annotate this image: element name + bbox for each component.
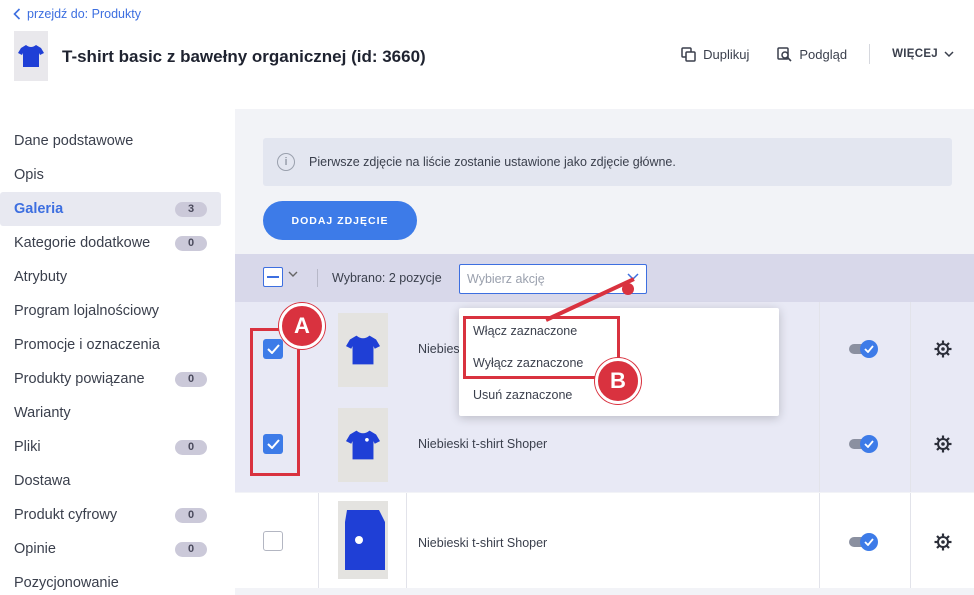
row-thumbnail (338, 501, 388, 579)
sidebar-item-label: Kategorie dodatkowe (14, 235, 151, 251)
bulk-action-placeholder: Wybierz akcję (467, 272, 545, 286)
sidebar-item-delivery[interactable]: Dostawa (0, 464, 235, 498)
selected-count: Wybrano: 2 pozycje (332, 271, 442, 285)
gear-icon[interactable] (934, 533, 952, 551)
sidebar-item-digital-product[interactable]: Produkt cyfrowy 0 (0, 498, 235, 532)
sidebar-item-attributes[interactable]: Atrybuty (0, 260, 235, 294)
count-badge: 0 (175, 439, 207, 455)
product-thumbnail (14, 31, 48, 81)
count-badge: 0 (175, 541, 207, 557)
row-thumbnail (338, 313, 388, 387)
column-divider (819, 397, 820, 492)
sidebar-item-label: Opis (14, 167, 44, 183)
column-divider (819, 302, 820, 397)
menu-item-delete-selected[interactable]: Usuń zaznaczone (473, 388, 572, 402)
checkmark-icon (864, 345, 874, 353)
sidebar-item-label: Program lojalnościowy (14, 303, 160, 319)
select-all-checkbox[interactable] (263, 267, 283, 287)
sidebar-item-label: Pliki (14, 439, 41, 455)
table-row: Niebieski t-shirt Shoper (235, 493, 974, 588)
sidebar-item-gallery[interactable]: Galeria 3 (0, 192, 221, 226)
header-actions: Duplikuj Podgląd WIĘCEJ (653, 44, 954, 64)
sidebar-item-promotions[interactable]: Promocje i oznaczenia (0, 328, 235, 362)
sidebar-item-label: Warianty (14, 405, 71, 421)
sidebar-item-loyalty[interactable]: Program lojalnościowy (0, 294, 235, 328)
info-text: Pierwsze zdjęcie na liście zostanie usta… (309, 155, 676, 169)
preview-label: Podgląd (799, 46, 848, 62)
toggle-knob (860, 435, 878, 453)
annotation-marker-b: B (595, 358, 641, 404)
sidebar-item-seo[interactable]: Pozycjonowanie (0, 566, 235, 595)
sidebar-item-description[interactable]: Opis (0, 158, 235, 192)
gear-icon[interactable] (934, 340, 952, 358)
sidebar-item-files[interactable]: Pliki 0 (0, 430, 235, 464)
sidebar-item-label: Opinie (14, 541, 56, 557)
annotation-dot (622, 283, 634, 295)
count-badge: 0 (175, 371, 207, 387)
visibility-toggle[interactable] (849, 435, 879, 453)
header-divider (869, 44, 871, 64)
back-link-label: przejdź do: Produkty (27, 7, 141, 21)
sidebar-item-variants[interactable]: Warianty (0, 396, 235, 430)
sidebar-item-label: Produkty powiązane (14, 371, 145, 387)
chevron-down-icon (944, 50, 954, 57)
preview-button[interactable]: Podgląd (777, 47, 847, 62)
duplicate-icon (681, 46, 696, 62)
sidebar-item-related-products[interactable]: Produkty powiązane 0 (0, 362, 235, 396)
count-badge: 0 (175, 507, 207, 523)
gear-icon[interactable] (934, 435, 952, 453)
sidebar-item-basic-data[interactable]: Dane podstawowe (0, 124, 235, 158)
column-divider (819, 493, 820, 588)
sidebar-item-reviews[interactable]: Opinie 0 (0, 532, 235, 566)
visibility-toggle[interactable] (849, 533, 879, 551)
more-label: WIĘCEJ (892, 48, 938, 60)
preview-icon (777, 46, 792, 62)
info-notice: i Pierwsze zdjęcie na liście zostanie us… (263, 138, 952, 186)
tshirt-image (345, 510, 385, 570)
column-divider (910, 302, 911, 397)
count-badge: 3 (175, 201, 207, 217)
visibility-toggle[interactable] (849, 340, 879, 358)
tshirt-image (346, 335, 380, 365)
info-icon: i (277, 153, 295, 171)
checkmark-icon (864, 440, 874, 448)
tshirt-image (346, 430, 380, 460)
duplicate-button[interactable]: Duplikuj (681, 47, 749, 62)
more-button[interactable]: WIĘCEJ (892, 48, 954, 60)
sidebar-item-label: Produkt cyfrowy (14, 507, 118, 523)
tshirt-icon (18, 45, 44, 67)
row-thumbnail (338, 408, 388, 482)
page-title: T-shirt basic z bawełny organicznej (id:… (62, 47, 426, 66)
sidebar-item-extra-categories[interactable]: Kategorie dodatkowe 0 (0, 226, 235, 260)
sidebar-item-label: Dane podstawowe (14, 133, 134, 149)
annotation-box-a (250, 328, 300, 476)
duplicate-label: Duplikuj (703, 46, 750, 62)
toggle-knob (860, 340, 878, 358)
sidebar-nav: Dane podstawowe Opis Galeria 3 Kategorie … (0, 124, 235, 595)
toggle-knob (860, 533, 878, 551)
column-divider (318, 493, 319, 588)
back-link[interactable]: przejdź do: Produkty (13, 7, 141, 21)
sidebar-item-label: Atrybuty (14, 269, 68, 285)
row-name: Niebieski t-shirt Shoper (418, 437, 548, 451)
sidebar-item-label: Dostawa (14, 473, 71, 489)
column-divider (406, 493, 407, 588)
sidebar-item-label: Galeria (14, 201, 64, 217)
add-photo-button[interactable]: DODAJ ZDJĘCIE (263, 201, 417, 240)
annotation-box-b (463, 316, 620, 379)
row-name: Niebieski t-shirt Shoper (418, 536, 548, 550)
column-divider (910, 493, 911, 588)
checkmark-icon (864, 538, 874, 546)
row-checkbox[interactable] (263, 531, 283, 551)
bulk-action-select[interactable]: Wybierz akcję (459, 264, 647, 294)
annotation-marker-a: A (279, 303, 325, 349)
count-badge: 0 (175, 235, 207, 251)
column-divider (910, 397, 911, 492)
chevron-down-icon[interactable] (288, 269, 298, 281)
chevron-left-icon (13, 8, 21, 20)
toolbar-divider (317, 269, 318, 287)
sidebar-item-label: Promocje i oznaczenia (14, 337, 160, 353)
sidebar-item-label: Pozycjonowanie (14, 575, 119, 591)
